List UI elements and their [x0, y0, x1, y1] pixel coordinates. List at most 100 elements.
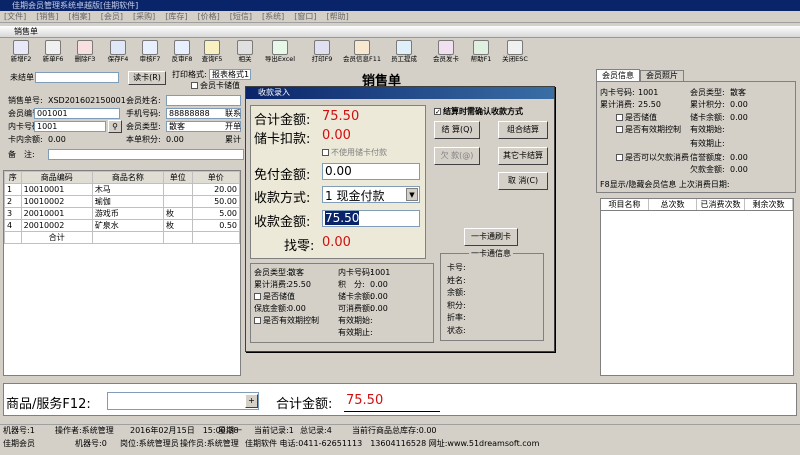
info-contact: 佳期软件 电话:0411-62651113 13604116528 网址:www… — [245, 439, 540, 448]
rp-col-1: 总次数 — [649, 199, 697, 210]
toolbar: 新增F2 新单F6 删除F3 保存F4 审核F7 反审F8 查询F5 相关 导出Excel 打印F… — [0, 39, 600, 68]
dlg-pay-method: 现金付款 — [336, 189, 385, 203]
member-name-field[interactable] — [166, 95, 241, 106]
toolbar-button-1[interactable]: 新单F6 — [38, 39, 68, 68]
dlg-confirm-check[interactable]: ✓ 结算时需确认收款方式 — [434, 106, 523, 117]
dlg-confirm-label: 结算时需确认收款方式 — [443, 107, 523, 116]
unit-select[interactable] — [35, 72, 119, 83]
dlg-total-label: 合计金额: — [254, 113, 311, 128]
menu-item-0[interactable]: [文件] — [4, 12, 26, 21]
chevron-down-icon[interactable]: ▼ — [406, 188, 418, 201]
toolbar-button-13[interactable]: 帮助F1 — [466, 39, 496, 68]
dialog-title-bar: 收款录入 — [246, 87, 554, 99]
menu-item-9[interactable]: [窗口] — [294, 12, 316, 21]
status-stock: 当前行商品总库存:0.00 — [352, 426, 437, 435]
member-card-check[interactable]: 会员卡储值 — [191, 80, 240, 91]
toolbar-label-12: 会员发卡 — [433, 55, 459, 63]
goods-input[interactable] — [107, 392, 259, 410]
toolbar-label-14: 关闭ESC — [502, 55, 528, 63]
toolbar-button-11[interactable]: 员工提成 — [384, 39, 424, 68]
rp-card-no: 1001 — [638, 88, 659, 97]
menu-item-5[interactable]: [库存] — [165, 12, 187, 21]
sale-no-label: 销售单号: — [8, 96, 43, 105]
onecard-field-4: 折率: — [447, 313, 466, 322]
search-card-button[interactable]: ⚲ — [108, 120, 122, 133]
toolbar-label-7: 相关 — [238, 55, 252, 63]
rp-credit: 0.00 — [730, 153, 748, 162]
remark-field[interactable] — [48, 149, 244, 160]
menu-item-3[interactable]: [会员] — [101, 12, 123, 21]
rp-items-grid: 项目名称 总次数 已消费次数 剩余次数 — [600, 198, 794, 376]
member-no-field[interactable]: 001001 — [34, 108, 120, 119]
toolbar-button-3[interactable]: 保存F4 — [103, 39, 133, 68]
rp-stored-check[interactable]: 是否储值 — [616, 112, 657, 123]
toolbar-button-9[interactable]: 打印F9 — [302, 39, 342, 68]
toolbar-button-12[interactable]: 会员发卡 — [426, 39, 466, 68]
add-goods-button[interactable]: + — [245, 394, 258, 408]
toolbar-button-7[interactable]: 相关 — [230, 39, 260, 68]
status-total_records: 总记录:4 — [300, 426, 332, 435]
toolbar-button-0[interactable]: 新增F2 — [6, 39, 36, 68]
dlg-free-label: 免付金额: — [254, 168, 311, 183]
dlg-stored-check[interactable]: 是否储值 — [254, 291, 295, 302]
rp-expire-check[interactable]: 是否有效期控制 — [616, 124, 681, 135]
help-icon — [473, 40, 489, 55]
menu-item-4[interactable]: [采购] — [133, 12, 155, 21]
rp-accum: 25.50 — [638, 100, 661, 109]
readcard-button[interactable]: 读卡(R) — [128, 71, 166, 85]
toolbar-button-5[interactable]: 反审F8 — [167, 39, 197, 68]
menu-item-7[interactable]: [短信] — [230, 12, 252, 21]
staff-icon — [396, 40, 412, 55]
cancel-button[interactable]: 取 消(C) — [498, 172, 548, 190]
bottom-total-label: 合计金额: — [276, 397, 333, 412]
toolbar-button-14[interactable]: 关闭ESC — [500, 39, 530, 68]
cell-no: 4 — [4, 219, 22, 232]
dlg-received-field[interactable]: 75.50 — [322, 210, 420, 227]
rp-owe-check[interactable]: 是否可以欠款消费 — [616, 152, 689, 163]
card-no-field[interactable]: 1001 — [34, 121, 106, 132]
toolbar-label-2: 删除F3 — [74, 55, 96, 63]
toolbar-button-6[interactable]: 查询F5 — [197, 39, 227, 68]
phone-label: 手机号码: — [126, 109, 161, 118]
table-row[interactable]: 1 10010001 木马 20.00 — [4, 183, 240, 196]
tab-member-photo[interactable]: 会员照片 — [640, 70, 684, 81]
cell-price: 50.00 — [191, 195, 240, 208]
member-type-label: 会员类型: — [126, 122, 161, 131]
rp-col-3: 剩余次数 — [745, 199, 793, 210]
tab-member-info[interactable]: 会员信息 — [596, 69, 640, 81]
combo-settle-button[interactable]: 组合结算 — [498, 121, 548, 139]
dlg-points: 0.00 — [370, 280, 388, 289]
operator-label: 开单 — [225, 122, 241, 131]
toolbar-button-4[interactable]: 审核F7 — [135, 39, 165, 68]
dlg-card-no-label: 内卡号码: — [338, 268, 373, 277]
dlg-expire-check[interactable]: 是否有效期控制 — [254, 315, 319, 326]
menu-item-6[interactable]: [价格] — [198, 12, 220, 21]
table-row[interactable]: 4 20010002 矿泉水枚 0.50 — [4, 219, 240, 232]
menu-item-10[interactable]: [帮助] — [327, 12, 349, 21]
menu-item-8[interactable]: [系统] — [262, 12, 284, 21]
related-icon — [237, 40, 253, 55]
toolbar-button-2[interactable]: 删除F3 — [70, 39, 100, 68]
toolbar-label-0: 新增F2 — [10, 55, 32, 63]
rp-points-label: 累计积分: — [690, 100, 725, 109]
dlg-no-card-check[interactable]: 不使用储卡付款 — [322, 147, 387, 158]
owe-button[interactable]: 欠 款(@) — [434, 147, 480, 165]
toolbar-button-10[interactable]: 会员信息F11 — [342, 39, 382, 68]
print-format-select[interactable]: 报表格式1 — [209, 69, 251, 80]
cell-code: 20010002 — [20, 219, 93, 232]
menu-item-1[interactable]: [销售] — [36, 12, 58, 21]
settle-button[interactable]: 结 算(Q) — [434, 121, 480, 139]
dlg-pay-method-select[interactable]: 1 现金付款 ▼ — [322, 186, 420, 203]
toolbar-button-8[interactable]: 导出Excel — [260, 39, 300, 68]
table-row[interactable]: 2 10010002 瑜伽 50.00 — [4, 195, 240, 208]
rp-type-label: 会员类型: — [690, 88, 725, 97]
dlg-free-field[interactable]: 0.00 — [322, 163, 420, 180]
cell-name: 游戏币 — [91, 207, 165, 220]
member-name-label: 会员姓名: — [126, 96, 161, 105]
card-pay-button[interactable]: 一卡通刷卡 — [464, 228, 518, 246]
points-label: 本单积分: — [126, 135, 161, 144]
table-row[interactable]: 3 20010001 游戏币枚 5.00 — [4, 207, 240, 220]
other-card-button[interactable]: 其它卡结算 — [498, 147, 548, 165]
dlg-received-value: 75.50 — [325, 211, 360, 225]
menu-item-2[interactable]: [档案] — [69, 12, 91, 21]
